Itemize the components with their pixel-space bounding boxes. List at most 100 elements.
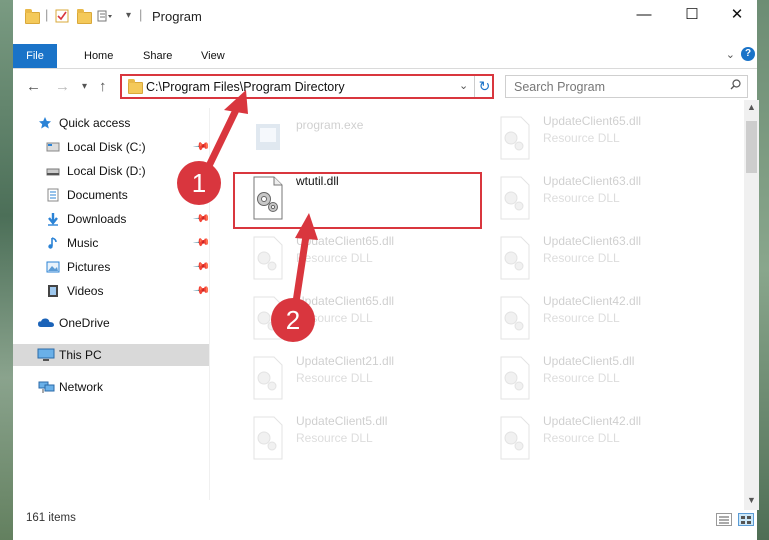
details-view-icon[interactable] [716,513,732,526]
sidebar-item-label: Pictures [67,260,111,274]
sidebar-item-this-pc[interactable]: This PC [13,344,209,366]
file-item[interactable]: UpdateClient65.dll Resource DLL [248,232,478,286]
sidebar-item-label: This PC [59,348,102,362]
scroll-up-icon[interactable]: ▲ [747,102,756,112]
file-type: Resource DLL [296,431,373,445]
file-item[interactable]: UpdateClient42.dll Resource DLL [495,412,725,466]
tab-share[interactable]: Share [143,44,172,68]
sidebar-item-network[interactable]: Network [13,376,209,398]
search-box[interactable] [505,75,748,98]
dll-file-icon [500,236,530,280]
navigation-pane: Quick access Local Disk (C:) 📌 Local Dis… [13,108,211,508]
sidebar-item-local-disk-c[interactable]: Local Disk (C:) 📌 [13,136,211,158]
file-type: Resource DLL [543,131,620,145]
callout-step-1: 1 [177,161,221,205]
sidebar-item-label: Downloads [67,212,127,226]
file-name: UpdateClient42.dll [543,294,642,308]
sidebar-item-label: Local Disk (C:) [67,140,146,154]
file-name: UpdateClient21.dll [296,354,395,368]
pictures-icon [46,261,60,273]
status-item-count: 161 items [26,512,76,524]
documents-icon [47,188,59,202]
file-item[interactable]: UpdateClient5.dll Resource DLL [248,412,478,466]
sidebar-item-music[interactable]: Music 📌 [13,232,211,254]
file-name: UpdateClient5.dll [543,354,635,368]
tab-home[interactable]: Home [84,44,113,68]
music-note-icon [48,237,57,249]
explorer-frame: | ▾ | Program — ☐ ✕ File Home Share View [13,0,760,540]
file-type: Resource DLL [543,251,620,265]
sidebar-item-quick-access[interactable]: Quick access [13,112,209,134]
large-icons-view-icon[interactable] [738,513,754,526]
sidebar-item-label: Music [67,236,99,250]
star-icon [39,117,51,129]
ribbon-divider [13,68,757,69]
search-icon[interactable] [730,79,741,90]
file-type: Resource DLL [543,431,620,445]
vertical-scrollbar[interactable]: ▲ ▼ [744,100,759,510]
drive-icon [46,168,60,176]
file-item[interactable]: UpdateClient63.dll Resource DLL [495,172,725,226]
minimize-button[interactable]: — [621,0,667,30]
dll-file-icon [500,356,530,400]
dll-file-icon [500,296,530,340]
sidebar-item-videos[interactable]: Videos 📌 [13,280,211,302]
ribbon-tabs: File Home Share View ⌄ ? [13,44,757,68]
film-icon [48,285,58,297]
file-type: Resource DLL [296,371,373,385]
network-icon [38,381,55,393]
chevron-down-icon[interactable]: ⌄ [459,79,468,92]
properties-checkmark-icon[interactable] [55,9,69,23]
dll-file-icon [500,176,530,220]
chevron-down-icon[interactable]: ▾ [126,8,131,24]
explorer-window: | ▾ | Program — ☐ ✕ File Home Share View [0,0,769,540]
forward-arrow-icon[interactable]: → [55,78,70,95]
desktop-background-left [0,0,13,540]
tab-view[interactable]: View [201,44,225,68]
file-type: Resource DLL [543,371,620,385]
file-name: UpdateClient65.dll [543,114,642,128]
refresh-icon[interactable]: ↻ [474,76,494,97]
file-name: program.exe [296,118,364,132]
file-item[interactable]: program.exe [248,112,478,166]
file-name: UpdateClient65.dll [296,234,395,248]
up-arrow-icon[interactable]: ↑ [99,78,107,95]
customize-toolbar-icon[interactable] [97,9,113,23]
help-icon[interactable]: ? [741,47,755,61]
tab-file[interactable]: File [13,44,57,68]
file-name: UpdateClient5.dll [296,414,388,428]
file-item[interactable]: UpdateClient21.dll Resource DLL [248,352,478,406]
close-button[interactable]: ✕ [714,0,760,30]
file-item[interactable]: UpdateClient42.dll Resource DLL [495,292,725,346]
scroll-thumb[interactable] [746,121,757,173]
drive-icon [46,142,60,152]
sidebar-item-label: Quick access [59,116,131,130]
file-item[interactable]: UpdateClient63.dll Resource DLL [495,232,725,286]
folder-icon [25,9,40,24]
expand-ribbon-icon[interactable]: ⌄ [726,48,735,61]
address-bar[interactable]: C:\Program Files\Program Directory ⌄ ↻ [120,74,494,99]
separator-icon: | [139,7,143,22]
recent-locations-chevron-icon[interactable]: ▾ [82,81,87,92]
dll-file-icon [253,236,283,280]
sidebar-item-pictures[interactable]: Pictures 📌 [13,256,211,278]
search-input[interactable] [514,79,714,95]
new-folder-icon[interactable] [77,9,92,24]
file-name: UpdateClient63.dll [543,174,642,188]
file-item[interactable]: UpdateClient5.dll Resource DLL [495,352,725,406]
scroll-down-icon[interactable]: ▼ [747,495,756,505]
sidebar-item-label: Network [59,380,104,394]
sidebar-item-downloads[interactable]: Downloads 📌 [13,208,211,230]
folder-icon [128,79,143,94]
sidebar-item-onedrive[interactable]: OneDrive [13,312,209,334]
dll-file-icon [253,356,283,400]
cloud-icon [38,318,54,327]
back-arrow-icon[interactable]: ← [26,78,41,95]
callout-step-2: 2 [271,298,315,342]
monitor-icon [37,348,55,361]
maximize-button[interactable]: ☐ [669,0,715,30]
address-path[interactable]: C:\Program Files\Program Directory [146,80,345,94]
exe-file-icon [256,124,280,150]
file-item[interactable]: UpdateClient65.dll Resource DLL [495,112,725,166]
dll-file-icon [500,416,530,460]
